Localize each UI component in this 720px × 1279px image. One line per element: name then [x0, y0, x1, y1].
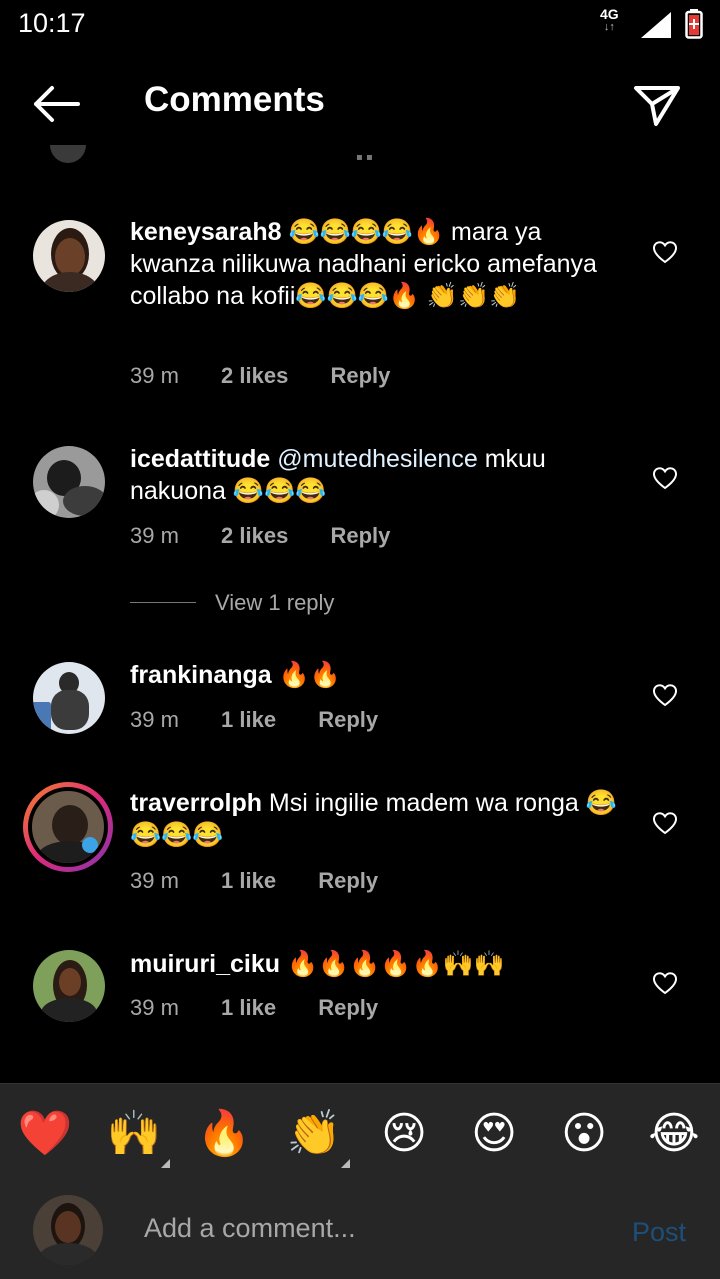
truncated-text: ▪ ▪: [356, 152, 373, 163]
view-replies-label[interactable]: View 1 reply: [215, 590, 334, 616]
comment-meta: 39 m 1 like Reply: [130, 995, 414, 1021]
reply-button[interactable]: Reply: [318, 707, 378, 732]
fire-emoji-button[interactable]: 🔥: [194, 1104, 254, 1164]
avatar-with-story-ring[interactable]: [23, 782, 113, 872]
network-type: 4G: [600, 6, 619, 22]
comment-meta: 39 m 1 like Reply: [130, 707, 414, 733]
divider: [130, 602, 196, 603]
comment-time: 39 m: [130, 523, 179, 548]
post-button[interactable]: Post: [632, 1217, 686, 1248]
crying-emoji-button[interactable]: 😢: [374, 1104, 434, 1164]
comment-time: 39 m: [130, 707, 179, 732]
surprised-emoji-button[interactable]: 😮: [554, 1104, 614, 1164]
comment-username[interactable]: keneysarah8: [130, 218, 282, 246]
comment-text: icedattitude @mutedhesilence mkuu nakuon…: [130, 443, 630, 507]
comment-time: 39 m: [130, 995, 179, 1020]
signal-icon: [641, 12, 671, 38]
comment-text: muiruri_ciku 🔥🔥🔥🔥🔥🙌🙌: [130, 948, 630, 980]
avatar[interactable]: [33, 950, 105, 1022]
reply-button[interactable]: Reply: [318, 868, 378, 893]
raising-hands-emoji-button[interactable]: 🙌: [104, 1104, 170, 1168]
like-heart-icon[interactable]: [652, 240, 678, 264]
skin-tone-indicator-icon: [161, 1159, 170, 1168]
avatar[interactable]: [33, 662, 105, 734]
like-heart-icon[interactable]: [652, 811, 678, 835]
comment-input[interactable]: Add a comment...: [144, 1213, 356, 1244]
comment-meta: 39 m 2 likes Reply: [130, 523, 426, 549]
reply-button[interactable]: Reply: [330, 523, 390, 548]
comment-likes[interactable]: 2 likes: [221, 523, 288, 548]
status-bar: 10:17 4G ↓↑: [0, 0, 720, 50]
comment-username[interactable]: traverrolph: [130, 789, 262, 817]
status-time: 10:17: [18, 8, 86, 38]
clapping-emoji-button[interactable]: 👏: [284, 1104, 350, 1168]
raising-hands-emoji: 🙌: [106, 1108, 162, 1159]
avatar[interactable]: [33, 446, 105, 518]
avatar: [50, 145, 86, 163]
comment-time: 39 m: [130, 363, 179, 388]
comment-text: traverrolph Msi ingilie madem wa ronga 😂…: [130, 787, 630, 851]
comment-likes[interactable]: 2 likes: [221, 363, 288, 388]
network-indicator: 4G ↓↑: [600, 6, 619, 34]
comment-text: keneysarah8 😂😂😂😂🔥 mara ya kwanza nilikuw…: [130, 216, 630, 312]
comment-username[interactable]: muiruri_ciku: [130, 950, 280, 978]
comment-body: 🔥🔥🔥🔥🔥🙌🙌: [280, 950, 505, 978]
comment-meta: 39 m 2 likes Reply: [130, 363, 426, 389]
clapping-emoji: 👏: [286, 1108, 342, 1159]
direct-message-icon[interactable]: [632, 80, 682, 130]
heart-emoji-button[interactable]: ❤️: [15, 1104, 75, 1164]
comment-input-bar: Add a comment... Post: [0, 1183, 720, 1279]
comment-time: 39 m: [130, 868, 179, 893]
data-arrows-icon: ↓↑: [603, 21, 615, 33]
reply-button[interactable]: Reply: [330, 363, 390, 388]
comment-username[interactable]: icedattitude: [130, 445, 270, 473]
comment-text: frankinanga 🔥🔥: [130, 659, 630, 691]
comment-likes[interactable]: 1 like: [221, 995, 276, 1020]
like-heart-icon[interactable]: [652, 683, 678, 707]
app-header: Comments: [0, 50, 720, 160]
like-heart-icon[interactable]: [652, 466, 678, 490]
like-heart-icon[interactable]: [652, 971, 678, 995]
emoji-quick-bar: ❤️ 🙌 🔥 👏 😢 😍 😮 😂: [0, 1083, 720, 1183]
comment-body: 🔥🔥: [271, 661, 341, 689]
skin-tone-indicator-icon: [341, 1159, 350, 1168]
page-title: Comments: [144, 80, 325, 119]
avatar[interactable]: [33, 220, 105, 292]
current-user-avatar: [33, 1195, 103, 1265]
laughing-emoji-button[interactable]: 😂: [644, 1104, 704, 1164]
comment-likes[interactable]: 1 like: [221, 868, 276, 893]
battery-icon: [685, 9, 703, 39]
comment-likes[interactable]: 1 like: [221, 707, 276, 732]
heart-eyes-emoji-button[interactable]: 😍: [464, 1104, 524, 1164]
reply-button[interactable]: Reply: [318, 995, 378, 1020]
back-arrow-icon[interactable]: [30, 82, 82, 126]
comment-username[interactable]: frankinanga: [130, 661, 272, 689]
comment-meta: 39 m 1 like Reply: [130, 868, 414, 894]
mention-link[interactable]: @mutedhesilence: [277, 445, 478, 473]
